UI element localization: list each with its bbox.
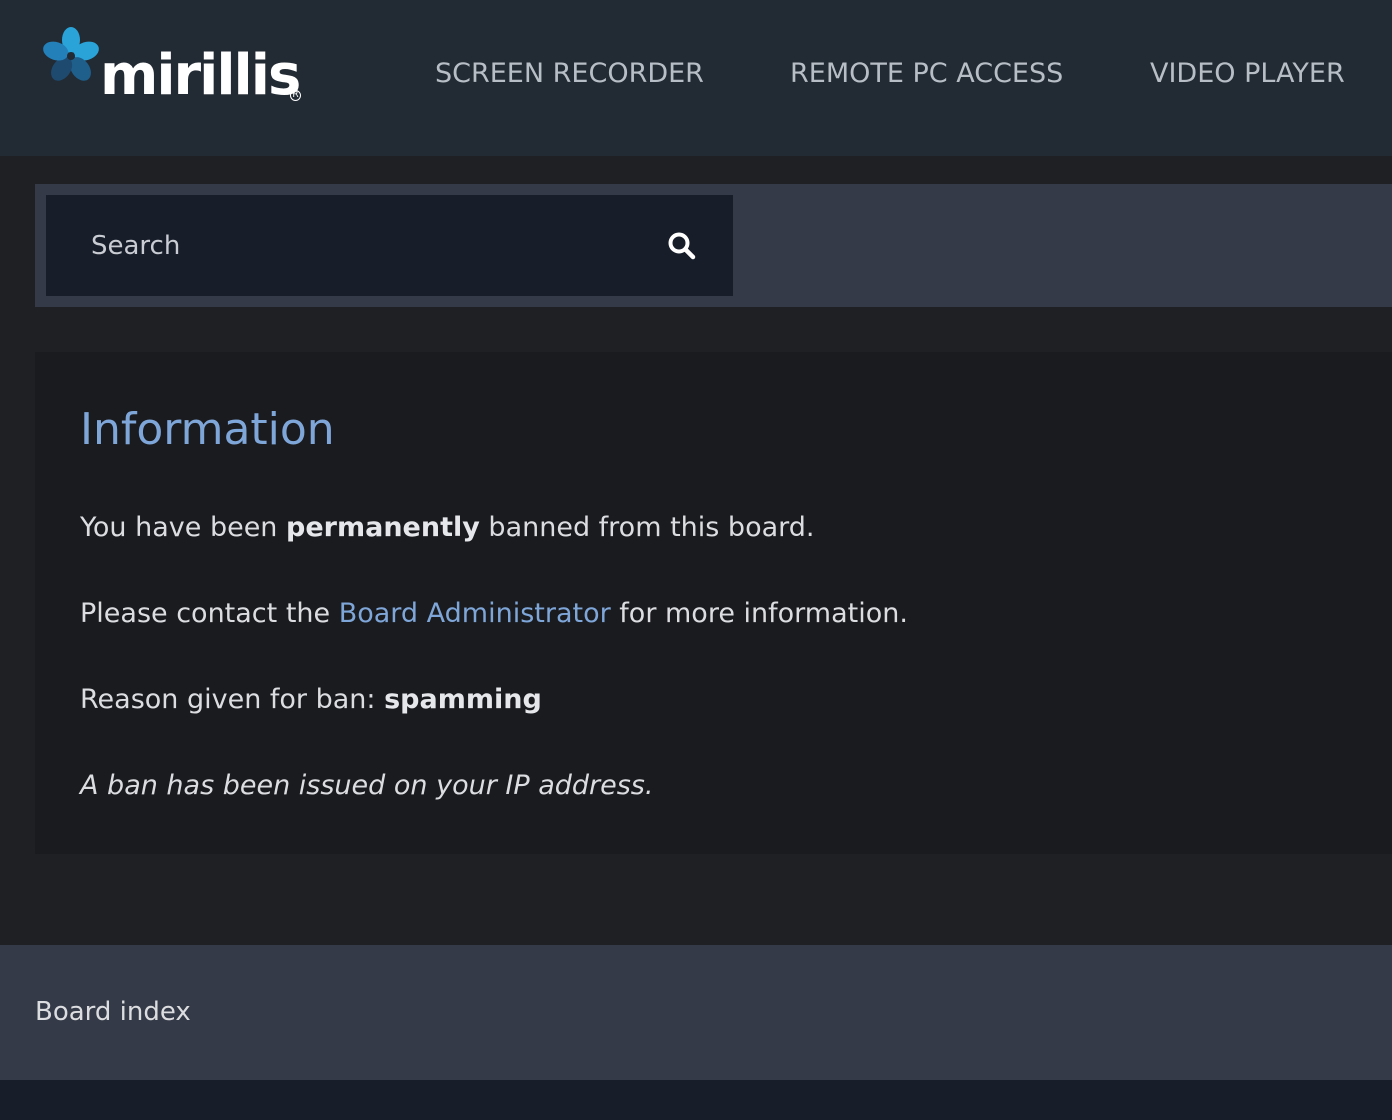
footer-nav: Board index [0,945,1392,1080]
ban-message: You have been permanently banned from th… [80,512,814,543]
ban-reason-label: Reason given for ban: [80,684,385,715]
contact-message: Please contact the Board Administrator f… [80,598,908,629]
ban-reason-value: spamming [384,684,542,715]
site-header: mirillis R SCREEN RECORDER REMOTE PC ACC… [0,0,1392,156]
page-bottom-bar [0,1080,1392,1120]
ban-message-pre: You have been [80,512,287,543]
page-title: Information [80,404,335,455]
board-administrator-link[interactable]: Board Administrator [339,598,611,629]
board-index-link[interactable]: Board index [35,997,191,1027]
search-icon[interactable] [667,231,697,261]
information-panel: Information You have been permanently ba… [35,352,1392,854]
main-nav: SCREEN RECORDER REMOTE PC ACCESS VIDEO P… [0,58,1392,98]
ban-duration: permanently [286,512,480,543]
nav-remote-pc-access[interactable]: REMOTE PC ACCESS [790,58,1063,89]
search-input[interactable] [46,195,733,296]
ban-message-post: banned from this board. [479,512,815,543]
search-bar [35,184,1392,307]
contact-message-pre: Please contact the [80,598,339,629]
nav-video-player[interactable]: VIDEO PLAYER [1150,58,1345,89]
nav-screen-recorder[interactable]: SCREEN RECORDER [435,58,704,89]
ip-ban-notice: A ban has been issued on your IP address… [80,770,654,801]
ban-reason: Reason given for ban: spamming [80,684,542,715]
contact-message-post: for more information. [610,598,908,629]
